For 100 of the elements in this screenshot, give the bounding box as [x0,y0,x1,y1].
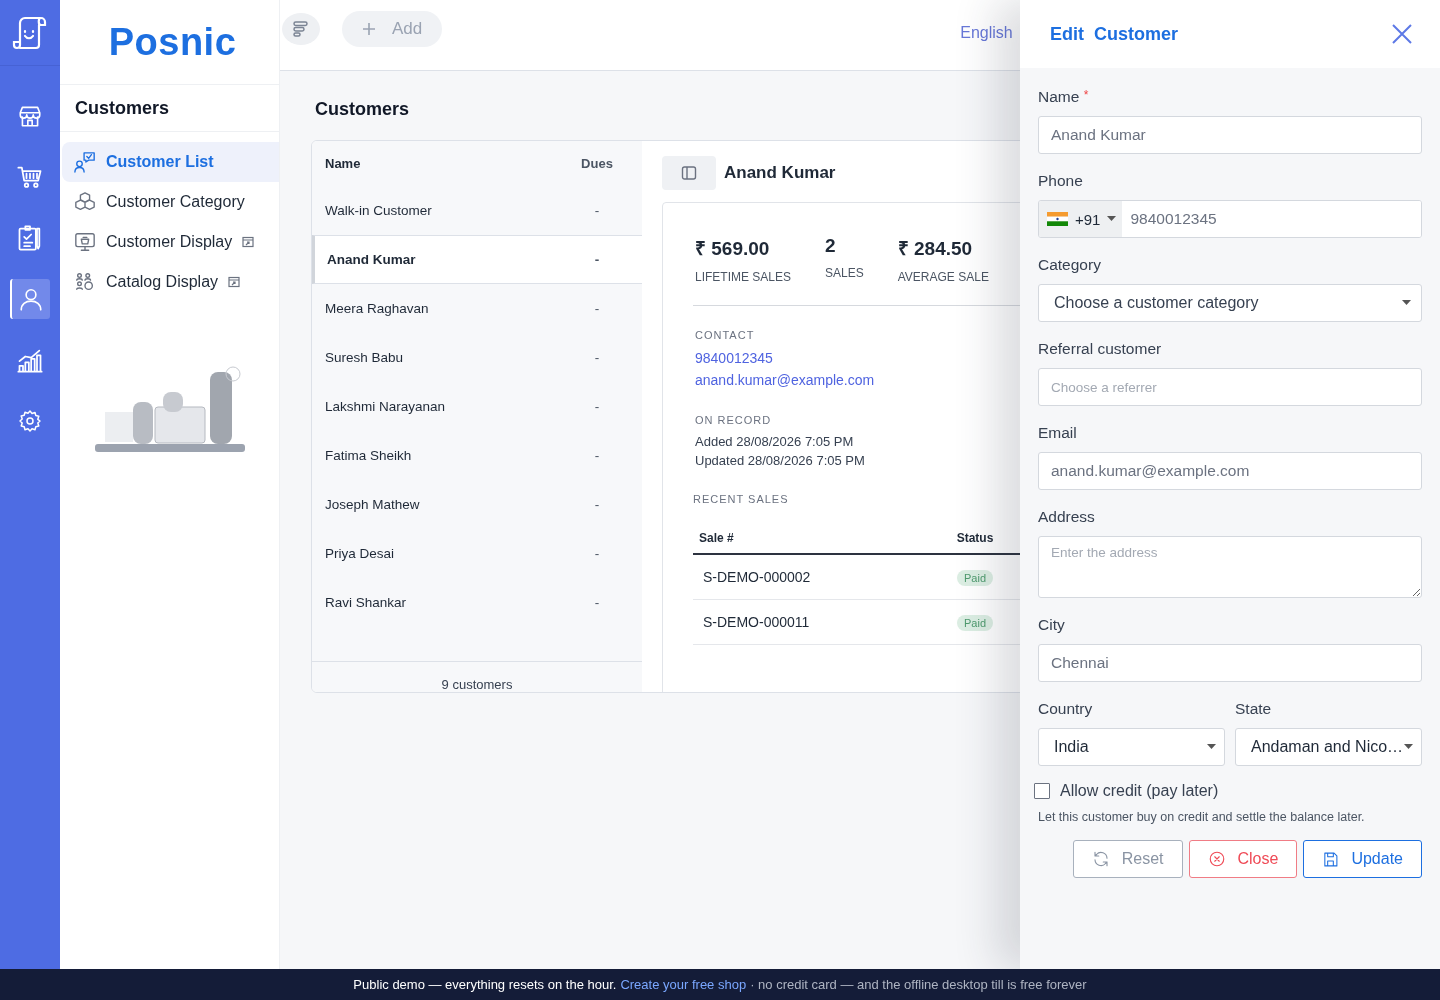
sidebar-item[interactable]: Customer List [62,142,279,182]
field-label: State [1235,700,1273,718]
phone-link[interactable]: 9840012345 [695,347,773,369]
customer-name: Suresh Babu [325,350,405,365]
person-icon[interactable] [18,286,44,312]
column-header: Status [935,523,1015,554]
stat-value: ₹ 569.00 [695,237,771,261]
column-header: Dues [580,156,614,171]
caret-icon [1402,300,1411,306]
refresh-icon [1091,850,1110,868]
language-selector[interactable]: English [960,24,1013,42]
update-button[interactable]: Update [1303,840,1422,878]
text-field[interactable]: Anand Kumar [1038,116,1422,154]
status-badge: Paid [957,570,993,586]
section-label: RECENT SALES [693,493,790,505]
field-label: Category [1038,256,1102,274]
dues-value: - [593,595,601,610]
field-label: Country [1038,700,1094,718]
page-title: Customers [315,99,411,120]
sidebar-panel-icon [681,165,697,181]
customer-name: Meera Raghavan [325,301,430,316]
sale-number: S-DEMO-000011 [693,599,935,645]
record-date: Updated 28/08/2026 7:05 PM [695,452,865,470]
customer-name: Fatima Sheikh [325,448,413,463]
panel-toggle-button[interactable] [662,156,716,190]
customer-row[interactable]: Suresh Babu - [312,333,642,382]
customer-row[interactable]: Walk-in Customer - [312,186,642,235]
sale-number: S-DEMO-000002 [693,554,935,600]
field-label: City [1038,616,1066,634]
sidebar-item[interactable]: Customer Display [62,222,279,262]
customer-row[interactable]: Lakshmi Narayanan - [312,382,642,431]
dues-value: - [593,301,601,316]
checkbox[interactable] [1034,783,1050,799]
section-label: ON RECORD [695,414,773,426]
settings-icon[interactable] [18,409,42,433]
menu-icon [292,20,310,38]
close-button[interactable]: Close [1188,840,1298,878]
dropdown[interactable]: India [1038,728,1225,766]
dues-value: - [593,546,601,561]
dues-value: - [593,497,601,512]
phone-field[interactable]: +91 9840012345 [1038,200,1422,238]
field-label: Phone [1038,172,1084,190]
customer-row[interactable]: Ravi Shankar - [312,578,642,627]
stat-value: ₹ 284.50 [897,237,974,261]
customer-name: Priya Desai [325,546,396,561]
customer-name: Walk-in Customer [325,203,433,218]
section-title: Customers [75,97,170,119]
address-field[interactable]: Enter the address [1038,536,1422,598]
text-field[interactable]: Choose a referrer [1038,368,1422,406]
record-date: Added 28/08/2026 7:05 PM [695,433,854,451]
people-group-icon [74,271,96,293]
dues-value: - [593,252,601,267]
help-text: Let this customer buy on credit and settle the balance later. [1038,810,1366,824]
customer-row[interactable]: Fatima Sheikh - [312,431,642,480]
plus-icon [362,22,376,36]
stat-label: LIFETIME SALES [695,270,792,284]
column-header: Sale # [693,523,935,554]
close-button[interactable] [1392,24,1412,44]
create-shop-link[interactable]: Create your free shop [620,977,747,992]
customer-row[interactable]: Joseph Mathew - [312,480,642,529]
customer-name: Lakshmi Narayanan [325,399,447,414]
stat-label: SALES [825,266,864,280]
text-field[interactable]: anand.kumar@example.com [1038,452,1422,490]
dropdown[interactable]: Andaman and Nico… [1235,728,1422,766]
checkbox-label: Allow credit (pay later) [1060,782,1219,800]
customer-row[interactable]: Priya Desai - [312,529,642,578]
sidebar-item[interactable]: Catalog Display [62,262,279,302]
customer-row[interactable]: Anand Kumar - [312,235,642,284]
rail-item[interactable] [10,279,50,319]
status-badge: Paid [957,615,993,631]
dropdown[interactable]: Choose a customer category [1038,284,1422,322]
text-field[interactable]: Chennai [1038,644,1422,682]
caret-icon [1207,744,1216,750]
caret-icon [1107,216,1117,222]
close-circle-icon [1207,850,1226,868]
dues-value: - [593,448,601,463]
customer-name: Joseph Mathew [325,497,421,512]
monitor-icon [74,231,96,253]
stat-label: AVERAGE SALE [897,270,989,284]
customer-name: Ravi Shankar [325,595,408,610]
dues-value: - [593,399,601,414]
app-logo-icon[interactable] [11,15,49,50]
dues-value: - [593,350,601,365]
close-icon [1392,24,1412,44]
customer-row[interactable]: Meera Raghavan - [312,284,642,333]
banner-text: · no credit card — and the offline desktop till is free forever [750,977,1087,992]
caret-icon [1404,744,1413,750]
field-label: Email [1038,424,1078,442]
dues-value: - [593,203,601,218]
customer-name: Anand Kumar [327,252,417,267]
drawer-title: Edit Customer [1050,23,1178,45]
menu-button[interactable] [282,13,320,45]
save-icon [1322,850,1340,868]
banner-text: Public demo — everything resets on the hour. [353,977,617,992]
sidebar-item[interactable]: Customer Category [62,182,279,222]
customer-name-heading: Anand Kumar [724,163,836,183]
brand-logo[interactable]: Posnic [102,20,237,64]
stat-value: 2 [825,235,837,257]
country-code-selector[interactable]: +91 [1039,201,1123,237]
email-link[interactable]: anand.kumar@example.com [695,369,875,391]
